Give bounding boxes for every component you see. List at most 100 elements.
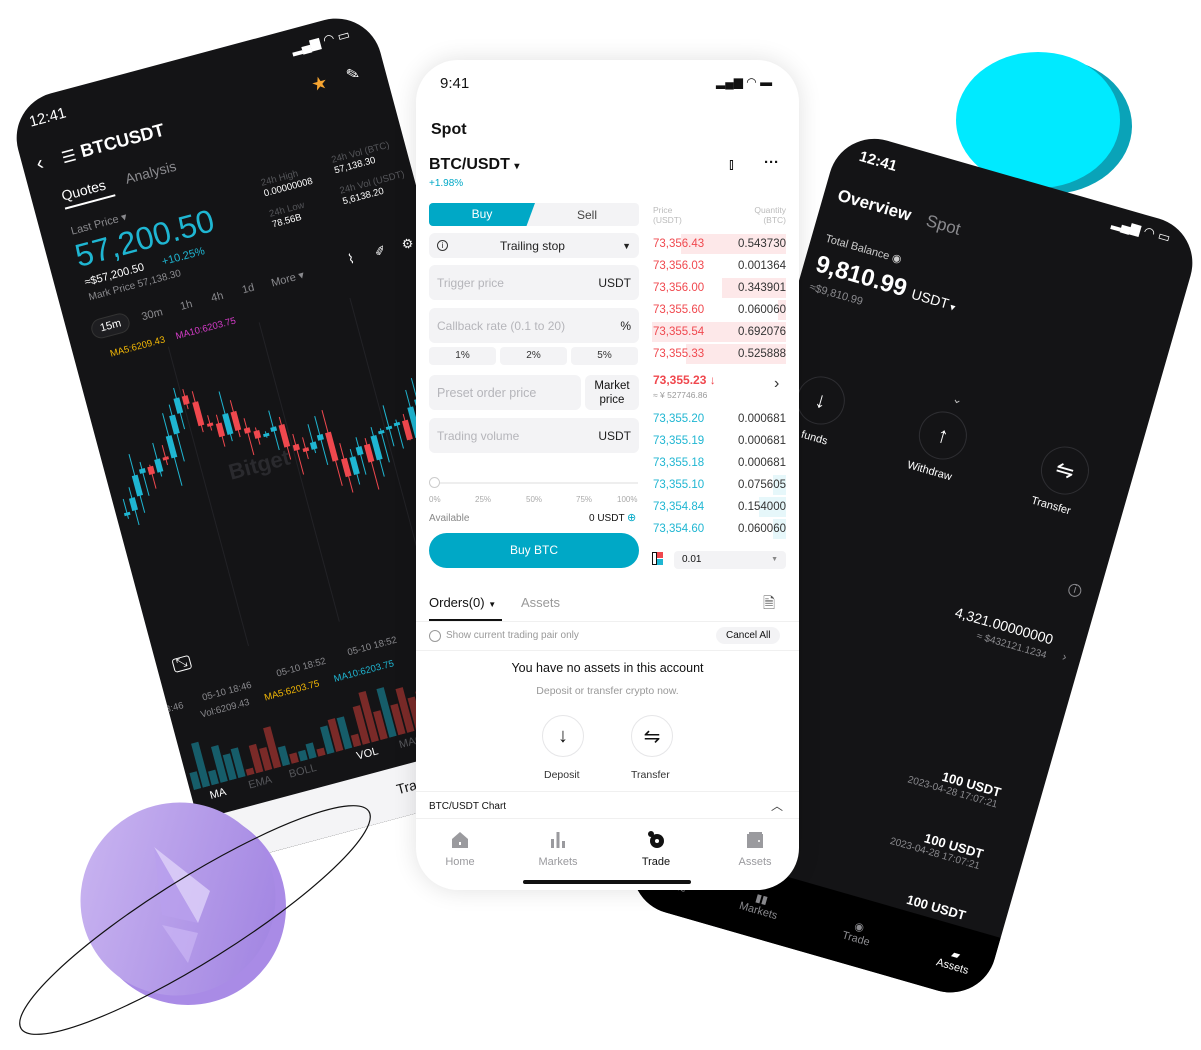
order-price: 73,355.20 — [653, 413, 705, 425]
empty-title: You have no assets in this account — [511, 661, 704, 675]
order-type-select[interactable]: i Trailing stop ▼ — [429, 233, 639, 258]
bid-row[interactable]: 73,355.10 0.075605 — [652, 475, 786, 495]
ask-row[interactable]: 73,356.03 0.001364 — [652, 256, 786, 276]
mid-price: 73,355.23 ↓ — [653, 373, 716, 387]
market-price-button[interactable]: Market price — [585, 375, 639, 410]
nav-assets[interactable]: Assets — [715, 830, 795, 868]
timeframe-30m[interactable]: 30m — [140, 306, 164, 323]
chevron-right-icon[interactable]: › — [774, 375, 779, 393]
available-label: Available — [429, 513, 470, 524]
ask-row[interactable]: 73,356.43 0.543730 — [652, 234, 786, 254]
ask-row[interactable]: 73,355.54 0.692076 — [652, 322, 786, 342]
deposit-button[interactable]: ↓ — [542, 715, 584, 757]
timeframe-4h[interactable]: 4h — [210, 290, 225, 305]
timeframe-1h[interactable]: 1h — [179, 298, 194, 313]
status-time: 9:41 — [440, 75, 470, 92]
ask-row[interactable]: 73,355.33 0.525888 — [652, 344, 786, 364]
transfer-button[interactable]: ⇋ — [1035, 440, 1095, 501]
cancel-all-button[interactable]: Cancel All — [716, 627, 781, 644]
info-icon[interactable]: i — [1066, 582, 1083, 599]
more-icon[interactable]: ··· — [764, 154, 779, 171]
arrow-down-icon: ↓ — [709, 373, 716, 387]
expand-chevron-icon[interactable]: ⌄ — [951, 391, 965, 407]
edit-icon[interactable]: ✎ — [344, 63, 362, 86]
back-icon[interactable]: ‹ — [34, 152, 46, 176]
trigger-price-input[interactable]: Trigger price USDT — [429, 265, 639, 300]
status-icons: ▂▄▆ ◠ ▬ — [716, 75, 773, 89]
candle — [138, 468, 146, 474]
bid-row[interactable]: 73,355.18 0.000681 — [652, 453, 786, 473]
add-funds-icon[interactable]: ⊕ — [627, 511, 636, 524]
center-phone-spot-trade: 9:41 ▂▄▆ ◠ ▬ Spot BTC/USDT ▾ +1.98% ⫾ ··… — [416, 60, 799, 890]
percent-5-button[interactable]: 5% — [571, 347, 638, 365]
bid-row[interactable]: 73,355.19 0.000681 — [652, 431, 786, 451]
transfer-icon: ⇋ — [1052, 455, 1078, 485]
candle — [316, 433, 324, 441]
arrow-down-icon: ↓ — [558, 724, 568, 747]
trading-volume-input[interactable]: Trading volume USDT — [429, 418, 639, 453]
nav-trade[interactable]: Trade — [616, 830, 696, 868]
divider — [416, 621, 799, 622]
show-current-pair-radio[interactable] — [429, 630, 441, 642]
depth-layout-icon[interactable] — [652, 552, 663, 568]
indicator-vol[interactable]: VOL — [355, 745, 379, 762]
timeframe-more[interactable]: More ▾ — [270, 268, 306, 289]
status-time: 12:41 — [857, 148, 899, 175]
draw-icon[interactable]: ✐ — [373, 242, 388, 260]
sell-tab[interactable]: Sell — [577, 208, 597, 222]
percent-2-button[interactable]: 2% — [500, 347, 567, 365]
nav-home[interactable]: Home — [420, 830, 500, 868]
bid-row[interactable]: 73,355.20 0.000681 — [652, 409, 786, 429]
ask-row[interactable]: 73,355.60 0.060060 — [652, 300, 786, 320]
callback-rate-input[interactable]: Callback rate (0.1 to 20)% — [429, 308, 639, 343]
menu-icon[interactable]: ☰ — [59, 145, 78, 168]
record-item[interactable]: 100 USDT 2023-04-28 17:07:21 — [906, 760, 1002, 811]
tab-spot[interactable]: Spot — [924, 211, 963, 240]
order-price: 73,356.00 — [653, 282, 705, 294]
ask-row[interactable]: 73,356.00 0.343901 — [652, 278, 786, 298]
bid-row[interactable]: 73,354.60 0.060060 — [652, 519, 786, 539]
amount-slider[interactable] — [430, 482, 638, 484]
fullscreen-icon[interactable]: ⤡ — [171, 654, 193, 673]
order-quantity: 0.060060 — [738, 304, 786, 316]
indicator-ema[interactable]: EMA — [247, 774, 273, 792]
divider — [416, 818, 799, 819]
star-icon[interactable]: ★ — [309, 72, 330, 96]
record-item[interactable]: 100 USDT 2023-04-28 17:07:21 — [889, 821, 985, 872]
nav-markets[interactable]: Markets — [518, 830, 598, 868]
nav-assets[interactable]: ▰ Assets — [935, 944, 974, 977]
eye-icon[interactable]: ◉ — [890, 252, 903, 266]
settings-icon[interactable]: ⚙ — [400, 235, 415, 253]
order-history-icon[interactable]: 🗎 — [763, 593, 775, 618]
tab-assets[interactable]: Assets — [521, 595, 560, 610]
indicator-boll[interactable]: BOLL — [288, 762, 318, 781]
add-funds-button[interactable]: ↓ — [791, 370, 851, 431]
pair-selector[interactable]: BTC/USDT ▾ — [429, 156, 519, 174]
percent-1-button[interactable]: 1% — [429, 347, 496, 365]
buy-btc-button[interactable]: Buy BTC — [429, 533, 639, 568]
nav-markets[interactable]: ▮▮ Markets — [738, 887, 783, 922]
timeframe-1d[interactable]: 1d — [241, 282, 256, 297]
chevron-right-icon[interactable]: › — [1061, 649, 1069, 664]
bid-row[interactable]: 73,354.84 0.154000 — [652, 497, 786, 517]
tab-analysis[interactable]: Analysis — [123, 158, 178, 187]
chevron-up-icon[interactable]: ︿ — [771, 797, 783, 814]
nav-trade[interactable]: ◉ Trade — [841, 917, 875, 948]
line-chart-icon[interactable]: ⌇ — [346, 251, 356, 268]
precision-select[interactable]: 0.01 ▼ — [674, 551, 786, 569]
candle — [192, 401, 205, 427]
transfer-label: Transfer — [631, 769, 670, 781]
candle-chart-icon[interactable]: ⫾ — [729, 156, 734, 173]
preset-price-input[interactable]: Preset order price — [429, 375, 581, 410]
candle — [309, 441, 318, 450]
timeframe-15m[interactable]: 15m — [89, 311, 133, 341]
withdraw-button[interactable]: ↑ — [913, 405, 973, 466]
stat-24h-high: 24h High 0.00000008 — [259, 168, 315, 200]
tab-overview[interactable]: Overview — [835, 186, 914, 226]
pair-change: +1.98% — [429, 178, 464, 189]
slider-handle[interactable] — [429, 477, 440, 488]
transfer-button[interactable]: ⇋ — [631, 715, 673, 757]
buy-tab[interactable]: Buy — [429, 203, 535, 226]
candle — [253, 429, 262, 439]
tab-orders[interactable]: Orders(0) ▼ — [429, 595, 496, 610]
